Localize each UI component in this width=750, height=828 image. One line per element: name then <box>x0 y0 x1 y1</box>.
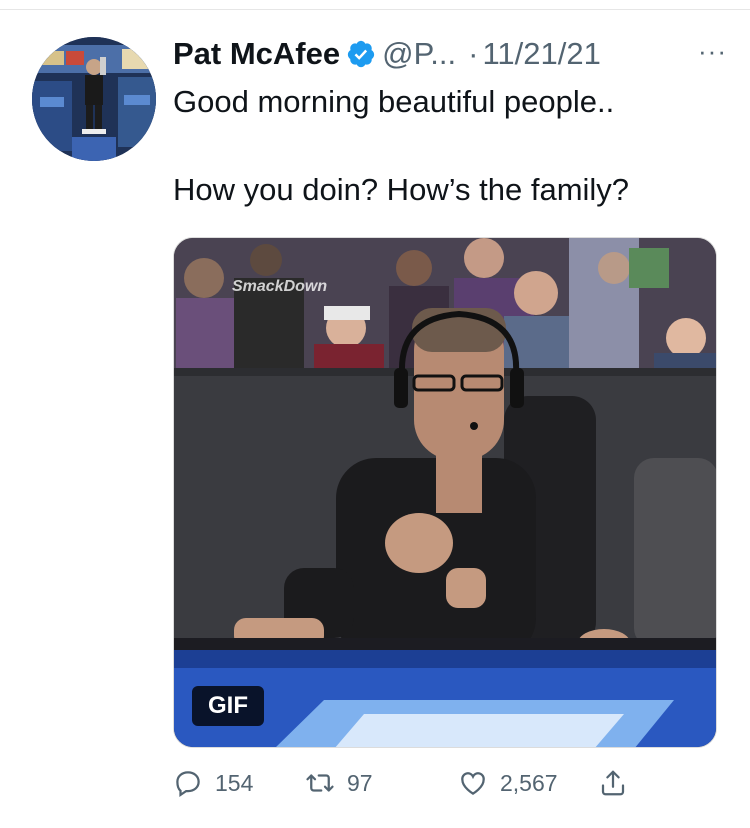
top-divider <box>0 9 750 10</box>
author-handle[interactable]: @P... <box>382 36 456 72</box>
more-icon[interactable]: ··· <box>698 36 727 67</box>
share-icon <box>601 770 625 796</box>
retweet-icon <box>306 774 334 792</box>
tweet-text-line-2: How you doin? How’s the family? <box>173 172 630 207</box>
separator-dot: · <box>468 36 479 71</box>
like-count: 2,567 <box>500 769 558 796</box>
tweet-media-gif[interactable]: SmackDown GIF <box>173 237 717 748</box>
like-button[interactable]: 2,567 <box>458 768 558 798</box>
verified-badge-icon <box>346 39 376 69</box>
avatar[interactable] <box>32 37 156 161</box>
tweet-actions: 154 97 2,567 <box>173 768 733 808</box>
author-name[interactable]: Pat McAfee <box>173 36 340 72</box>
reply-count: 154 <box>215 769 254 796</box>
tweet-text-line-1: Good morning beautiful people.. <box>173 84 615 119</box>
retweet-button[interactable]: 97 <box>305 768 373 798</box>
reply-button[interactable]: 154 <box>173 768 253 798</box>
smackdown-overlay-text: SmackDown <box>232 278 328 295</box>
reply-icon <box>176 771 200 797</box>
gif-frame-image <box>174 238 716 747</box>
retweet-count: 97 <box>347 769 373 796</box>
share-button[interactable] <box>598 768 628 798</box>
gif-badge: GIF <box>192 686 264 726</box>
avatar-image <box>32 37 156 161</box>
tweet-date[interactable]: 11/21/21 <box>482 36 600 72</box>
like-icon <box>461 772 485 795</box>
tweet-header: Pat McAfee @P... · 11/21/21 ··· <box>173 32 733 76</box>
